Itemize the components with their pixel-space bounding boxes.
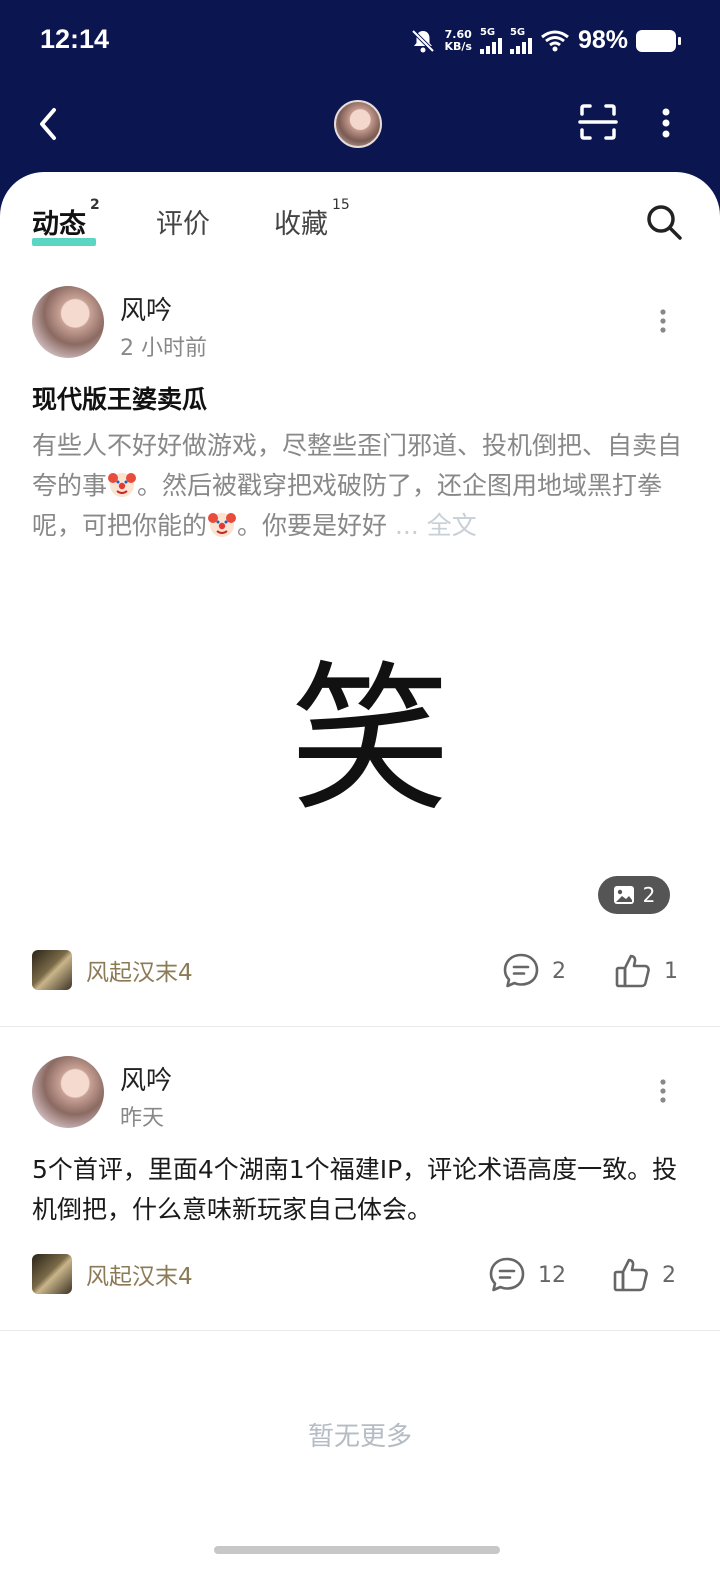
game-icon <box>32 950 72 990</box>
status-icons: 7.60 KB/s 5G 5G 98% <box>410 26 681 55</box>
status-bar: 12:14 7.60 KB/s 5G 5G 98% <box>0 0 720 84</box>
comment-button[interactable]: 2 <box>502 952 566 990</box>
post-body[interactable]: 有些人不好好做游戏，尽整些歪门邪道、投机倒把、自卖自夸的事 。然后被戳穿把戏破防了… <box>32 426 688 546</box>
comment-icon <box>503 953 539 988</box>
tab-dynamics[interactable]: 动态2 <box>32 197 100 241</box>
divider <box>0 1026 720 1027</box>
image-count-badge: 2 <box>598 876 670 914</box>
avatar[interactable] <box>32 286 104 358</box>
comment-button[interactable]: 12 <box>488 1256 566 1294</box>
comment-icon <box>489 1257 525 1292</box>
mute-bell-icon <box>412 29 435 52</box>
tab-favorites[interactable]: 收藏15 <box>274 197 350 241</box>
thumbs-up-icon <box>615 954 650 988</box>
divider <box>0 1330 720 1331</box>
avatar[interactable] <box>32 1056 104 1128</box>
scan-icon[interactable] <box>578 102 618 142</box>
clown-emoji-icon <box>108 473 137 497</box>
author-name[interactable]: 风吟 <box>120 1060 172 1097</box>
tab-count: 15 <box>332 197 350 213</box>
clown-emoji-icon <box>208 513 237 537</box>
tab-reviews[interactable]: 评价 <box>156 202 210 241</box>
game-icon <box>32 1254 72 1294</box>
post-body[interactable]: 5个首评，里面4个湖南1个福建IP，评论术语高度一致。投机倒把，什么意味新玩家自… <box>32 1150 688 1230</box>
home-indicator[interactable] <box>214 1546 500 1554</box>
full-text-link[interactable]: ... 全文 <box>395 511 477 540</box>
top-bar <box>0 84 720 174</box>
tab-indicator <box>32 238 96 246</box>
status-time: 12:14 <box>40 24 110 54</box>
tab-count: 2 <box>90 197 100 213</box>
search-icon[interactable] <box>644 202 684 242</box>
tab-bar: 动态2 评价 收藏15 <box>0 172 720 262</box>
battery-percent: 98% <box>577 26 628 54</box>
back-arrow-icon[interactable] <box>34 104 64 144</box>
wifi-icon <box>541 30 569 51</box>
thumbs-up-icon <box>613 1258 648 1292</box>
game-tag[interactable]: 风起汉末4 <box>32 950 193 990</box>
signal-2-icon: 5G <box>509 27 532 54</box>
post-time: 2 小时前 <box>120 336 207 361</box>
like-button[interactable]: 2 <box>612 1256 676 1294</box>
author-name[interactable]: 风吟 <box>120 290 172 327</box>
post-time: 昨天 <box>120 1106 165 1131</box>
post-image[interactable]: 笑 <box>290 660 450 820</box>
profile-avatar[interactable] <box>334 100 382 148</box>
battery-icon <box>636 29 681 52</box>
no-more-text: 暂无更多 <box>307 1422 412 1452</box>
image-icon <box>613 886 634 904</box>
more-menu-icon[interactable] <box>660 106 672 140</box>
post-more-icon[interactable] <box>658 1078 668 1104</box>
post-title: 现代版王婆卖瓜 <box>32 385 208 414</box>
post-more-icon[interactable] <box>658 308 668 334</box>
content-sheet: 动态2 评价 收藏15 风吟 2 小时前 现代版王婆卖瓜 有些人不好好做游戏，尽… <box>0 172 720 1584</box>
signal-1-icon: 5G <box>479 27 502 54</box>
like-button[interactable]: 1 <box>614 952 678 990</box>
game-tag[interactable]: 风起汉末4 <box>32 1254 193 1294</box>
net-speed: 7.60 KB/s <box>444 27 472 53</box>
